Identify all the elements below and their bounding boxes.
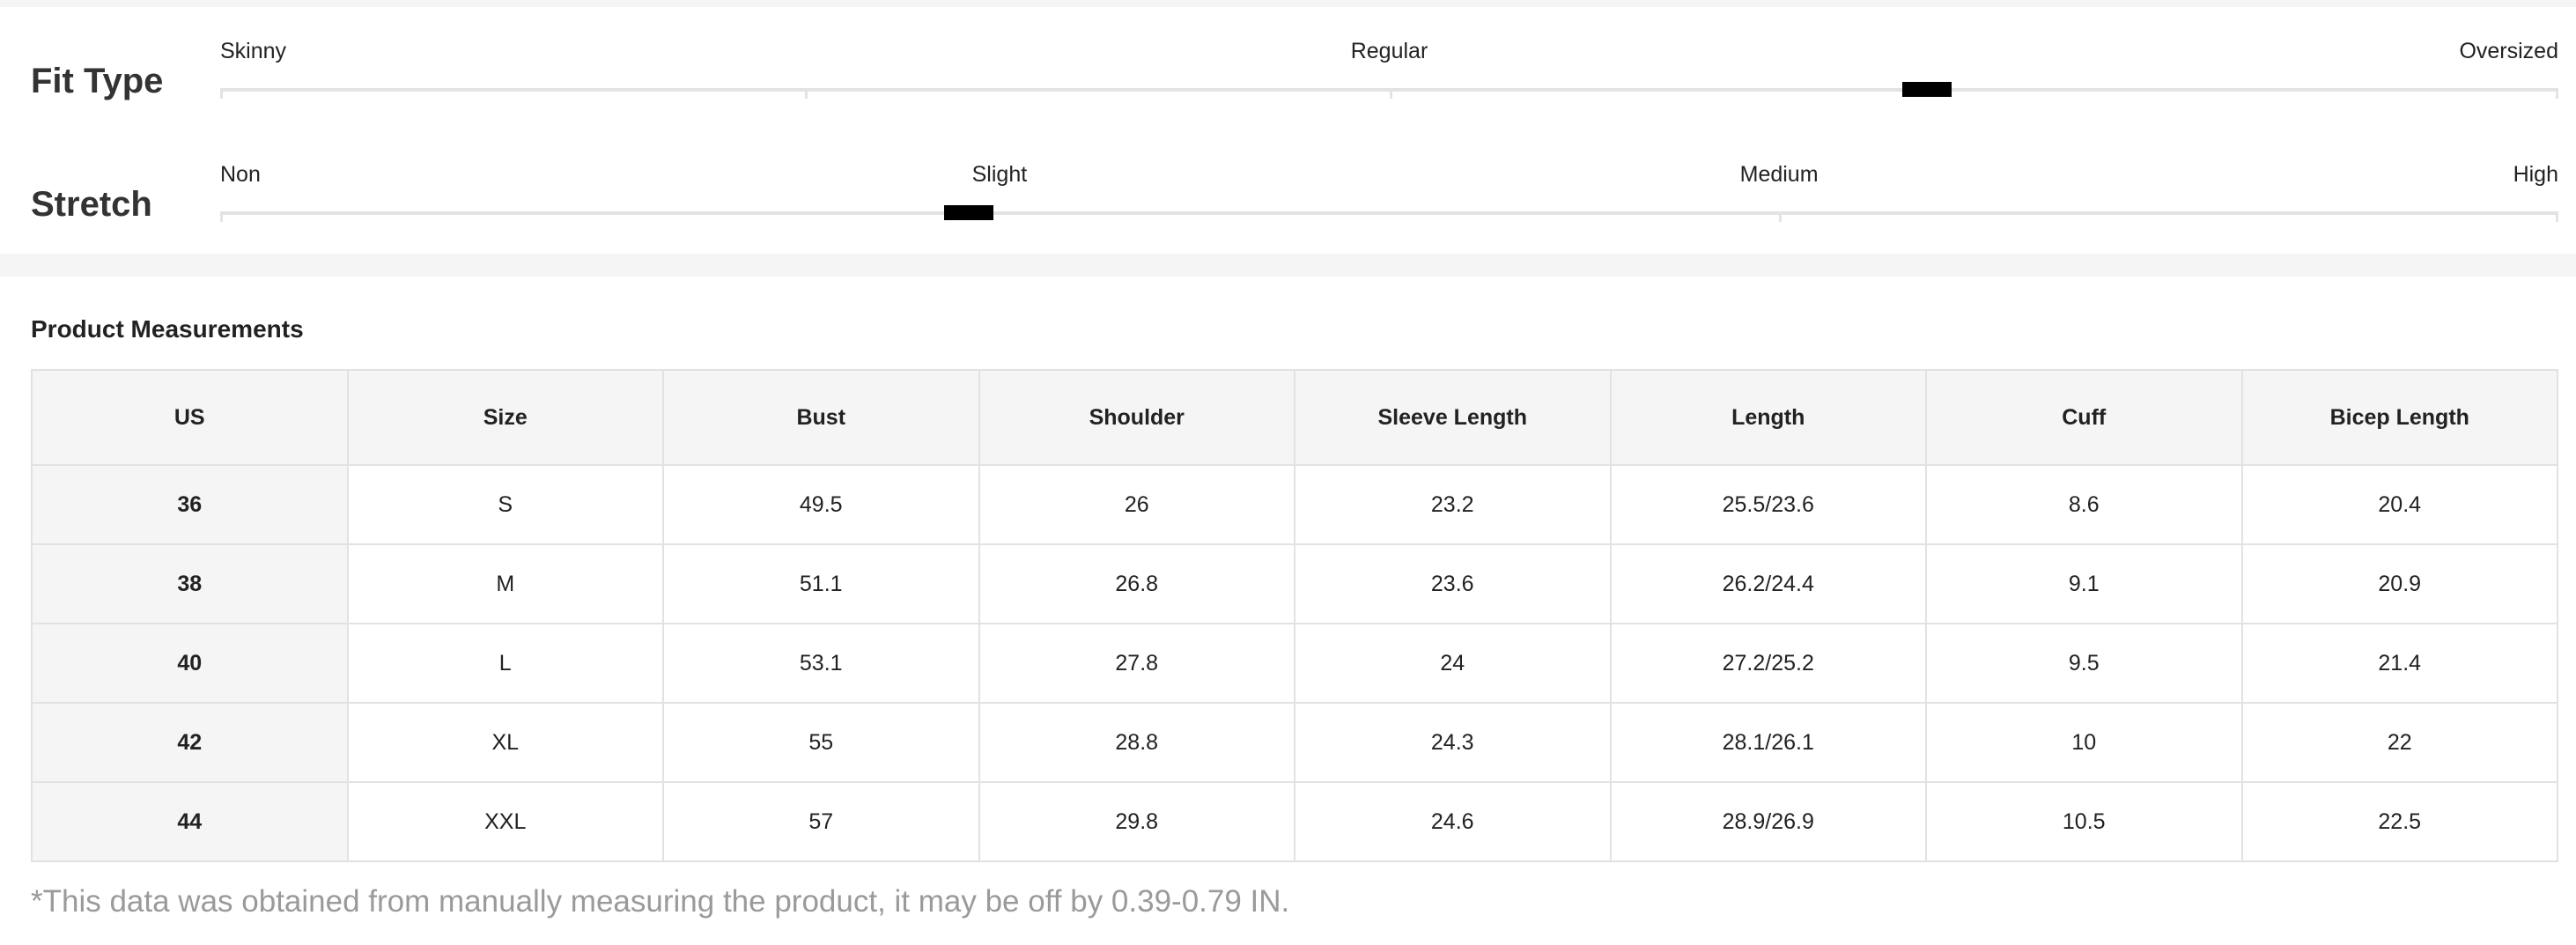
measurements-table: US Size Bust Shoulder Sleeve Length Leng… — [31, 369, 2558, 862]
cell-shoulder: 28.8 — [978, 702, 1295, 783]
cell-us: 42 — [31, 702, 349, 783]
header-size: Size — [346, 369, 664, 466]
fit-type-tick — [1389, 88, 1392, 99]
cell-sleeve-length: 23.6 — [1294, 543, 1612, 624]
cell-bust: 51.1 — [662, 543, 980, 624]
fit-type-title: Fit Type — [31, 62, 164, 100]
stretch-label-medium: Medium — [1739, 162, 1819, 187]
header-sleeve-length: Sleeve Length — [1294, 369, 1612, 466]
cell-size: M — [346, 543, 664, 624]
fit-type-marker — [1902, 82, 1952, 97]
cell-bicep-length: 20.4 — [2240, 464, 2558, 545]
cell-cuff: 9.5 — [1925, 623, 2243, 704]
table-row: 40 L 53.1 27.8 24 27.2/25.2 9.5 21.4 — [31, 623, 2558, 704]
stretch-tick — [1779, 211, 1783, 222]
measurements-title: Product Measurements — [31, 315, 304, 343]
header-us: US — [31, 369, 349, 466]
cell-us: 40 — [31, 623, 349, 704]
measurements-panel: Product Measurements US Size Bust Should… — [0, 277, 2576, 945]
cell-us: 36 — [31, 464, 349, 545]
cell-size: L — [346, 623, 664, 704]
fit-type-tick — [220, 88, 223, 99]
cell-length: 28.9/26.9 — [1609, 781, 1927, 862]
fit-type-tick — [804, 88, 808, 99]
cell-length: 27.2/25.2 — [1609, 623, 1927, 704]
cell-length: 26.2/24.4 — [1609, 543, 1927, 624]
cell-bust: 53.1 — [662, 623, 980, 704]
cell-shoulder: 26 — [978, 464, 1295, 545]
cell-cuff: 10.5 — [1925, 781, 2243, 862]
cell-us: 44 — [31, 781, 349, 862]
cell-cuff: 9.1 — [1925, 543, 2243, 624]
header-shoulder: Shoulder — [978, 369, 1295, 466]
cell-sleeve-length: 24.3 — [1294, 702, 1612, 783]
cell-size: S — [346, 464, 664, 545]
fit-type-label-skinny: Skinny — [220, 39, 287, 63]
cell-sleeve-length: 23.2 — [1294, 464, 1612, 545]
cell-shoulder: 27.8 — [978, 623, 1295, 704]
stretch-tick — [2556, 211, 2558, 222]
stretch-track — [220, 211, 2558, 215]
header-cuff: Cuff — [1925, 369, 2243, 466]
cell-bicep-length: 20.9 — [2240, 543, 2558, 624]
fit-type-label-oversized: Oversized — [2459, 39, 2558, 63]
cell-size: XL — [346, 702, 664, 783]
cell-sleeve-length: 24.6 — [1294, 781, 1612, 862]
fit-type-tick — [2556, 88, 2558, 99]
stretch-title: Stretch — [31, 185, 152, 224]
stretch-scale: Stretch Non Slight Medium High — [0, 130, 2576, 254]
fit-type-scale: Fit Type Skinny Regular Oversized — [0, 7, 2576, 130]
cell-shoulder: 29.8 — [978, 781, 1295, 862]
cell-bicep-length: 22 — [2240, 702, 2558, 783]
header-length: Length — [1609, 369, 1927, 466]
cell-length: 28.1/26.1 — [1609, 702, 1927, 783]
fit-type-scale-area: Skinny Regular Oversized — [220, 7, 2558, 130]
table-row: 38 M 51.1 26.8 23.6 26.2/24.4 9.1 20.9 — [31, 543, 2558, 624]
cell-bust: 57 — [662, 781, 980, 862]
stretch-marker — [943, 205, 993, 220]
stretch-label-non: Non — [220, 162, 261, 187]
measurement-footnote: *This data was obtained from manually me… — [31, 884, 1290, 919]
cell-cuff: 10 — [1925, 702, 2243, 783]
header-bicep-length: Bicep Length — [2240, 369, 2558, 466]
table-row: 42 XL 55 28.8 24.3 28.1/26.1 10 22 — [31, 702, 2558, 783]
cell-length: 25.5/23.6 — [1609, 464, 1927, 545]
stretch-label-slight: Slight — [971, 162, 1028, 187]
cell-bust: 49.5 — [662, 464, 980, 545]
cell-bicep-length: 22.5 — [2240, 781, 2558, 862]
cell-sleeve-length: 24 — [1294, 623, 1612, 704]
cell-bicep-length: 21.4 — [2240, 623, 2558, 704]
cell-us: 38 — [31, 543, 349, 624]
fit-panel: Fit Type Skinny Regular Oversized Stretc… — [0, 7, 2576, 254]
cell-bust: 55 — [662, 702, 980, 783]
header-bust: Bust — [662, 369, 980, 466]
table-header-row: US Size Bust Shoulder Sleeve Length Leng… — [31, 369, 2558, 466]
stretch-tick — [220, 211, 223, 222]
stretch-scale-area: Non Slight Medium High — [220, 130, 2558, 254]
table-row: 44 XXL 57 29.8 24.6 28.9/26.9 10.5 22.5 — [31, 781, 2558, 862]
cell-size: XXL — [346, 781, 664, 862]
cell-shoulder: 26.8 — [978, 543, 1295, 624]
table-row: 36 S 49.5 26 23.2 25.5/23.6 8.6 20.4 — [31, 464, 2558, 545]
fit-type-label-regular: Regular — [1350, 39, 1428, 63]
cell-cuff: 8.6 — [1925, 464, 2243, 545]
stretch-label-high: High — [2513, 162, 2558, 187]
